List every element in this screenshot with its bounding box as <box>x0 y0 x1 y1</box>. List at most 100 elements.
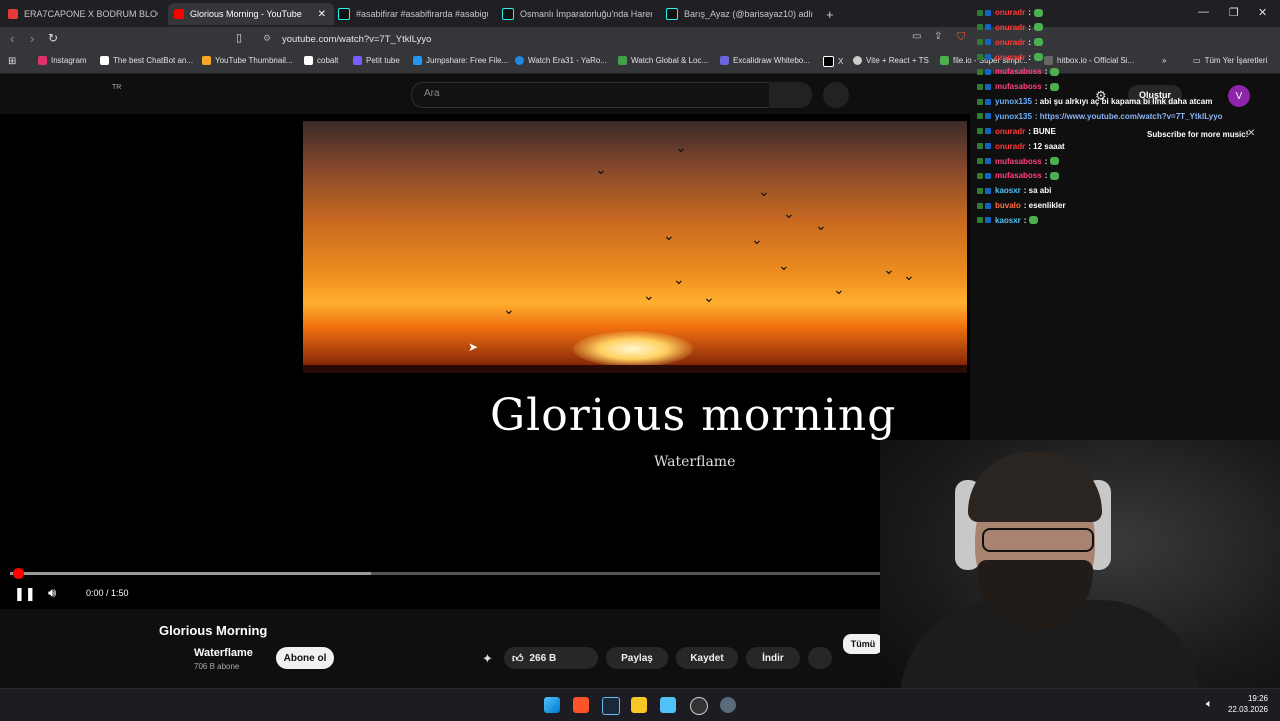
chat-badge-icon <box>985 217 991 224</box>
chat-badge-icon <box>977 9 983 16</box>
excalidraw-icon <box>720 56 729 65</box>
video-player[interactable]: ⌄ ⌄ ⌄ ⌄ ⌄ ⌄ ⌄ ⌄ ⌄ ⌄ ⌄ ⌄ ⌄ ⌄ ⌄ Glorious m… <box>0 114 1184 609</box>
obs-icon[interactable] <box>690 697 708 715</box>
sun-glow <box>573 331 693 367</box>
new-tab-button[interactable]: + <box>826 3 840 25</box>
tiktok-favicon-icon <box>502 8 514 20</box>
player-controls: ❚❚ 🔊︎ 0:00 / 1:50 ⚙ <box>0 582 1184 606</box>
watch-global-icon <box>618 56 627 65</box>
chat-emote-icon <box>1033 8 1043 17</box>
bird-icon: ⌄ <box>883 261 895 277</box>
video-title: Glorious Morning <box>159 623 268 638</box>
download-button[interactable]: İndir <box>746 647 800 669</box>
thumbs-up-icon: 👍︎ <box>512 652 524 665</box>
tab-3[interactable]: #asabifirar #asabifirarda #asabiguver <box>338 3 488 25</box>
bookmark-label: Excalidraw Whitebo... <box>733 56 810 65</box>
chat-badge-icon <box>977 54 983 61</box>
chat-username: onuradr <box>995 52 1026 62</box>
bird-icon: ⌄ <box>703 289 715 305</box>
bookmark-item[interactable]: Jumpshare: Free File... <box>413 56 508 65</box>
volume-icon[interactable]: 🔊︎ <box>48 585 56 601</box>
chat-text: : <box>1028 52 1031 62</box>
start-icon[interactable] <box>544 697 560 713</box>
bookmark-item[interactable]: Vite + React + TS <box>853 56 929 65</box>
chat-username: buvalo <box>995 201 1021 211</box>
chat-emote-icon <box>1050 67 1060 76</box>
filter-chip-all[interactable]: Tümü <box>843 634 883 654</box>
webcam-overlay <box>880 440 1280 700</box>
search-placeholder: Ara <box>424 88 440 99</box>
back-icon[interactable]: ‹ <box>10 31 14 46</box>
chat-text: : <box>1044 82 1048 92</box>
url-field[interactable]: youtube.com/watch?v=7T_YtklLyyo <box>282 31 982 49</box>
bookmark-icon[interactable]: ▯ <box>236 31 242 44</box>
chat-text: : https://www.youtube.com/watch?v=7T_Ytk… <box>1034 111 1223 121</box>
tab-5[interactable]: Barış_Ayaz (@barisayaz10) adlı kullan <box>666 3 816 25</box>
volume-tray-icon[interactable]: 🔈︎ <box>1206 698 1213 711</box>
steam-icon[interactable] <box>602 697 620 715</box>
bookmark-item[interactable]: cobalt <box>304 56 338 65</box>
tab-1[interactable]: ERA7CAPONE X BODRUM BLOCK (p <box>8 3 158 25</box>
bookmark-item[interactable]: X <box>823 56 843 67</box>
seek-bar[interactable] <box>10 568 960 579</box>
site-info-icon[interactable]: ⚙ <box>263 33 271 44</box>
brave-browser-icon[interactable] <box>573 697 589 713</box>
bookmark-label: Petit tube <box>366 56 400 65</box>
chat-text: : <box>1028 37 1031 47</box>
pause-icon[interactable]: ❚❚ <box>14 586 36 602</box>
apps-icon[interactable]: ⊞ <box>8 56 16 67</box>
bookmark-item[interactable]: The best ChatBot an... <box>100 56 193 65</box>
bird-icon: ⌄ <box>903 267 915 283</box>
chat-text: : <box>1044 171 1048 181</box>
share-icon[interactable]: ⇪ <box>934 31 942 42</box>
like-button[interactable]: 👍︎ 266 B <box>504 647 598 669</box>
settings-gear-icon[interactable] <box>720 697 736 713</box>
chat-text: : 12 saaat <box>1028 141 1065 151</box>
tab-2-active[interactable]: Glorious Morning - YouTube ✕ <box>168 3 334 25</box>
clock-time: 19:26 <box>1247 694 1268 703</box>
forward-icon[interactable]: › <box>30 31 34 46</box>
chat-badge-icon <box>977 83 983 90</box>
chat-badge-icon <box>977 187 983 194</box>
bookmark-item[interactable]: Watch Era31 - YaRo... <box>515 56 607 65</box>
bookmark-item[interactable]: Watch Global & Loc... <box>618 56 708 65</box>
chat-badge-icon <box>977 202 983 209</box>
video-info-section: Glorious Morning Waterflame 706 B abone … <box>0 609 970 699</box>
search-input[interactable]: Ara <box>411 82 771 108</box>
bird-icon: ⌄ <box>758 183 770 199</box>
tab-label: #asabifirar #asabifirarda #asabiguver <box>356 9 488 19</box>
subscribe-button[interactable]: Abone ol <box>276 647 334 669</box>
stream-chat-overlay: onuradr: onuradr: onuradr: onuradr: mufasabo… <box>973 0 1280 236</box>
bookmark-item[interactable]: YouTube Thumbnail... <box>202 56 293 65</box>
globe-icon <box>853 56 862 65</box>
reload-icon[interactable]: ↻ <box>48 31 58 45</box>
chat-badge-icon <box>977 113 983 120</box>
bookmark-item[interactable]: Excalidraw Whitebo... <box>720 56 810 65</box>
file-explorer-icon[interactable] <box>631 697 647 713</box>
save-button[interactable]: Kaydet <box>676 647 738 669</box>
chat-message: mufasaboss: <box>977 67 1060 76</box>
brave-shield-icon[interactable]: ⛉ <box>957 31 965 44</box>
more-actions-button[interactable] <box>808 647 832 669</box>
photos-icon[interactable] <box>660 697 676 713</box>
bookmark-item[interactable]: Petit tube <box>353 56 400 65</box>
chat-message: onuradr: 12 saaat <box>977 142 1065 151</box>
seek-handle[interactable] <box>13 568 24 579</box>
cast-icon[interactable]: ▭ <box>912 31 921 42</box>
close-tab-icon[interactable]: ✕ <box>318 9 326 20</box>
tab-label: Osmanlı İmparatorluğu'nda Harem M <box>520 9 652 19</box>
bird-icon: ⌄ <box>778 257 790 273</box>
chat-username: mufasaboss <box>995 171 1042 181</box>
share-button[interactable]: Paylaş <box>606 647 668 669</box>
sparkle-icon[interactable]: ✦ <box>482 651 493 667</box>
bookmark-label: X <box>838 57 844 66</box>
search-button[interactable] <box>769 82 812 108</box>
tab-4[interactable]: Osmanlı İmparatorluğu'nda Harem M <box>502 3 652 25</box>
voice-search-icon[interactable] <box>823 82 849 108</box>
chat-badge-icon <box>985 143 991 150</box>
tiktok-favicon-icon <box>338 8 350 20</box>
channel-name[interactable]: Waterflame <box>194 647 253 659</box>
chat-badge-icon <box>977 98 983 105</box>
system-clock[interactable]: 19:26 22.03.2026 <box>1228 693 1268 715</box>
bookmark-item[interactable]: Instagram <box>38 56 87 65</box>
